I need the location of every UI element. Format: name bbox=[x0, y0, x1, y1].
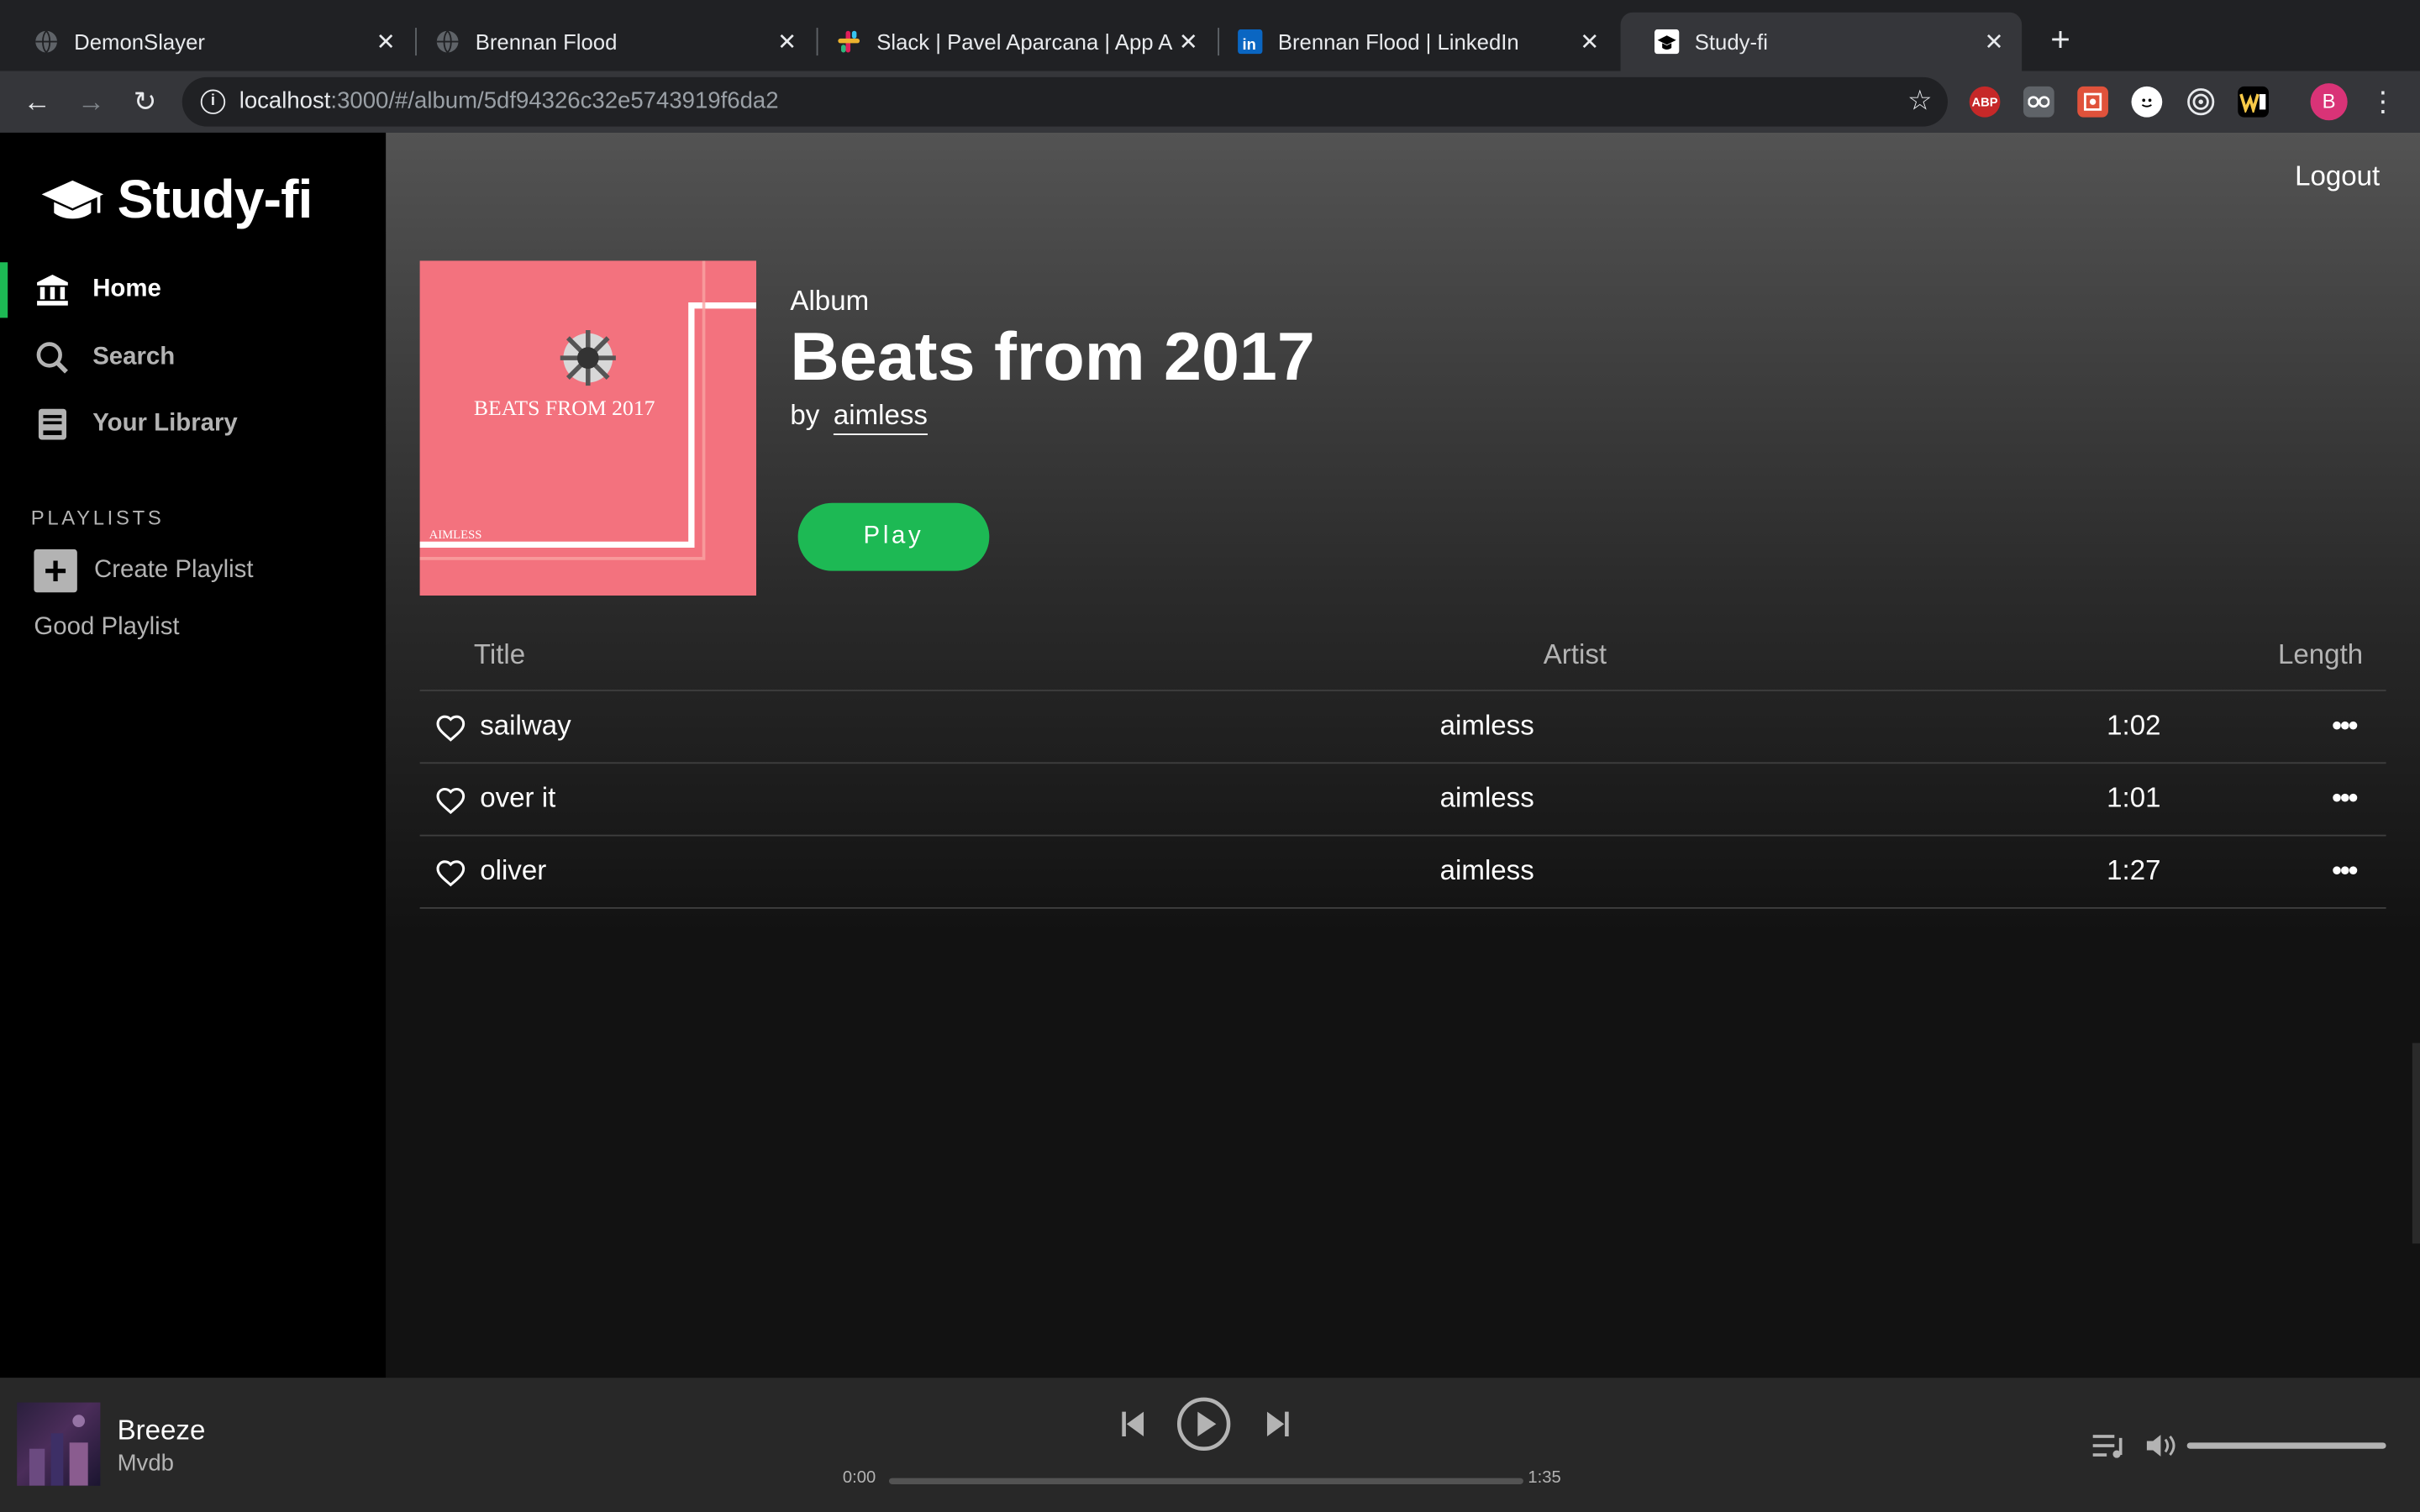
cover-title-text: BEATS FROM 2017 bbox=[474, 396, 655, 420]
album-byline: by aimless bbox=[790, 399, 928, 431]
volume-slider[interactable] bbox=[2186, 1442, 2386, 1449]
browser-toolbar: ← → ↻ i localhost:3000/#/album/5df94326c… bbox=[0, 71, 2420, 133]
site-info-icon[interactable]: i bbox=[200, 89, 226, 114]
play-album-button[interactable]: Play bbox=[797, 502, 990, 571]
browser-tab[interactable]: in Brennan Flood | LinkedIn ✕ bbox=[1204, 13, 1618, 71]
profile-avatar[interactable]: B bbox=[2310, 83, 2348, 121]
bookmark-star-icon[interactable]: ☆ bbox=[1907, 85, 1933, 118]
table-row[interactable]: over it aimless 1:01 ••• bbox=[419, 764, 2386, 837]
browser-tab-active[interactable]: Study-fi ✕ bbox=[1620, 12, 2023, 71]
extension-face-icon[interactable] bbox=[2131, 86, 2163, 118]
slack-icon bbox=[837, 29, 861, 54]
queue-icon[interactable] bbox=[2091, 1429, 2128, 1462]
create-playlist-button[interactable]: + Create Playlist bbox=[34, 549, 254, 593]
player-bar: Breeze Mvdb 0:00 1:35 bbox=[0, 1378, 2420, 1512]
volume-icon[interactable] bbox=[2144, 1429, 2181, 1462]
previous-track-icon[interactable] bbox=[1118, 1399, 1149, 1449]
book-icon bbox=[34, 406, 71, 443]
heart-icon[interactable] bbox=[435, 713, 466, 744]
sidebar-playlist-item[interactable]: Good Playlist bbox=[34, 614, 179, 642]
now-playing-artwork[interactable] bbox=[17, 1402, 101, 1486]
track-artist: aimless bbox=[1439, 854, 1534, 886]
heart-icon[interactable] bbox=[435, 858, 466, 889]
sidebar-item-search[interactable]: Search bbox=[0, 330, 386, 386]
track-title: over it bbox=[480, 782, 556, 813]
graduation-cap-icon bbox=[41, 180, 104, 219]
column-header-length: Length bbox=[2278, 638, 2364, 670]
browser-menu-icon[interactable]: ⋮ bbox=[2369, 83, 2396, 120]
playlists-heading: PLAYLISTS bbox=[30, 506, 165, 530]
track-table-header: Title Artist Length bbox=[419, 629, 2386, 691]
flower-graphic bbox=[560, 330, 616, 386]
heart-icon[interactable] bbox=[435, 785, 466, 816]
close-tab-icon[interactable]: ✕ bbox=[771, 28, 802, 55]
browser-tab-strip: DemonSlayer ✕ Brennan Flood ✕ Slack | Pa… bbox=[0, 0, 2420, 71]
plus-icon: + bbox=[34, 549, 77, 593]
more-options-icon[interactable]: ••• bbox=[2332, 782, 2358, 815]
album-cover: BEATS FROM 2017 AIMLESS bbox=[419, 260, 757, 596]
play-icon[interactable] bbox=[1176, 1397, 1232, 1451]
scrollbar-thumb[interactable] bbox=[2412, 1042, 2420, 1244]
url-text: localhost:3000/#/album/5df94326c32e57439… bbox=[239, 87, 779, 114]
svg-text:in: in bbox=[1243, 35, 1256, 53]
globe-icon bbox=[34, 29, 58, 54]
sidebar: Study-fi Home Search Your Library PLAYLI… bbox=[0, 132, 387, 1378]
album-type-label: Album bbox=[790, 285, 870, 317]
bank-icon bbox=[34, 271, 71, 308]
browser-tab[interactable]: DemonSlayer ✕ bbox=[0, 13, 413, 71]
globe-icon bbox=[435, 29, 460, 54]
close-tab-icon[interactable]: ✕ bbox=[1574, 28, 1605, 55]
more-options-icon[interactable]: ••• bbox=[2332, 710, 2358, 743]
column-header-title: Title bbox=[473, 638, 526, 670]
track-length: 1:02 bbox=[2107, 709, 2161, 741]
cover-artist-text: AIMLESS bbox=[429, 528, 482, 542]
active-indicator bbox=[0, 262, 8, 318]
table-row[interactable]: oliver aimless 1:27 ••• bbox=[419, 837, 2386, 909]
next-track-icon[interactable] bbox=[1262, 1399, 1293, 1449]
extension-puzzle-icon[interactable] bbox=[2077, 86, 2108, 118]
sidebar-item-library[interactable]: Your Library bbox=[0, 396, 386, 452]
browser-tab[interactable]: Brennan Flood ✕ bbox=[402, 13, 815, 71]
logout-button[interactable]: Logout bbox=[2295, 160, 2380, 193]
album-title: Beats from 2017 bbox=[790, 319, 1315, 396]
forward-arrow-icon[interactable]: → bbox=[72, 83, 109, 120]
elapsed-time: 0:00 bbox=[842, 1468, 876, 1488]
extension-glasses-icon[interactable] bbox=[2023, 86, 2054, 118]
track-artist: aimless bbox=[1439, 782, 1534, 813]
progress-bar[interactable] bbox=[888, 1478, 1523, 1484]
linkedin-icon: in bbox=[1238, 29, 1263, 55]
address-bar[interactable]: i localhost:3000/#/album/5df94326c32e574… bbox=[182, 76, 1948, 127]
table-row[interactable]: sailway aimless 1:02 ••• bbox=[419, 691, 2386, 764]
sidebar-item-home[interactable]: Home bbox=[0, 262, 386, 318]
close-tab-icon[interactable]: ✕ bbox=[1173, 28, 1204, 55]
extension-w-icon[interactable] bbox=[2238, 86, 2270, 118]
new-tab-icon[interactable]: + bbox=[2042, 21, 2079, 59]
track-title: sailway bbox=[480, 709, 571, 741]
reload-icon[interactable]: ↻ bbox=[127, 83, 164, 120]
extension-target-icon[interactable] bbox=[2186, 87, 2217, 118]
adblock-icon[interactable]: ABP bbox=[1969, 86, 2001, 118]
track-length: 1:01 bbox=[2107, 782, 2161, 813]
column-header-artist: Artist bbox=[1543, 638, 1607, 670]
track-duration: 1:35 bbox=[1528, 1468, 1561, 1488]
track-artist: aimless bbox=[1439, 709, 1534, 741]
app-logo[interactable]: Study-fi bbox=[40, 170, 313, 231]
browser-tab[interactable]: Slack | Pavel Aparcana | App Ac ✕ bbox=[802, 13, 1216, 71]
track-length: 1:27 bbox=[2107, 854, 2161, 886]
search-icon bbox=[34, 339, 71, 376]
back-arrow-icon[interactable]: ← bbox=[18, 83, 55, 120]
main-content: Logout BEATS FROM 2017 AIMLESS Album Bea… bbox=[386, 132, 2420, 1378]
album-artist-link[interactable]: aimless bbox=[834, 400, 928, 431]
graduation-cap-icon bbox=[1654, 29, 1680, 55]
now-playing-artist[interactable]: Mvdb bbox=[118, 1451, 174, 1477]
now-playing-title[interactable]: Breeze bbox=[118, 1415, 206, 1447]
more-options-icon[interactable]: ••• bbox=[2332, 855, 2358, 888]
close-tab-icon[interactable]: ✕ bbox=[1979, 28, 2010, 55]
track-title: oliver bbox=[480, 854, 547, 886]
close-tab-icon[interactable]: ✕ bbox=[371, 28, 402, 55]
